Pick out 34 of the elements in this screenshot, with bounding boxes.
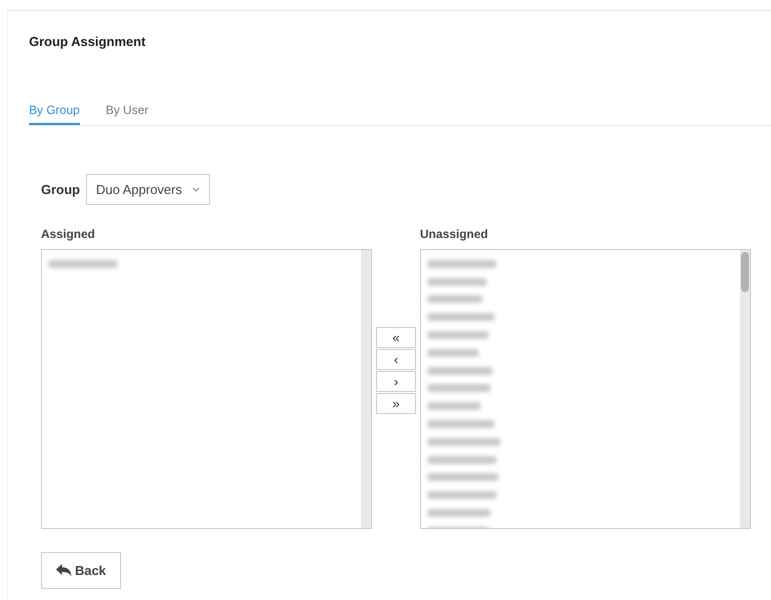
redacted-text <box>48 260 118 268</box>
scrollbar-thumb[interactable] <box>741 252 749 292</box>
group-dropdown[interactable]: Duo Approvers <box>86 174 210 205</box>
redacted-text <box>427 420 495 428</box>
redacted-text <box>427 473 499 482</box>
move-button[interactable]: ‹ <box>376 349 416 370</box>
user-list[interactable] <box>41 249 372 529</box>
scrollbar[interactable] <box>361 250 371 528</box>
panel-title: Group Assignment <box>29 34 147 49</box>
list-label: Unassigned <box>420 227 490 243</box>
list-label: Assigned <box>41 227 96 243</box>
move-button[interactable]: « <box>376 327 416 348</box>
tab[interactable]: By User <box>106 103 148 125</box>
redacted-text <box>427 402 481 410</box>
scrollbar[interactable] <box>740 250 750 528</box>
redacted-text <box>427 278 487 286</box>
redacted-text <box>427 384 491 392</box>
move-button[interactable]: » <box>376 393 416 414</box>
redacted-text <box>427 260 497 268</box>
redacted-text <box>427 313 495 322</box>
redacted-text <box>427 295 483 304</box>
redacted-text <box>427 331 489 340</box>
redacted-text <box>427 348 479 357</box>
tab[interactable]: By Group <box>29 103 80 125</box>
redacted-text <box>427 456 497 464</box>
reply-arrow-icon <box>56 564 72 577</box>
back-button[interactable]: Back <box>41 552 121 589</box>
redacted-text <box>427 491 497 500</box>
caret-icon <box>192 187 200 192</box>
field-label: Group <box>41 182 80 197</box>
redacted-text <box>427 366 493 375</box>
user-list[interactable] <box>420 249 751 529</box>
redacted-text <box>427 509 491 518</box>
move-button[interactable]: › <box>376 371 416 392</box>
